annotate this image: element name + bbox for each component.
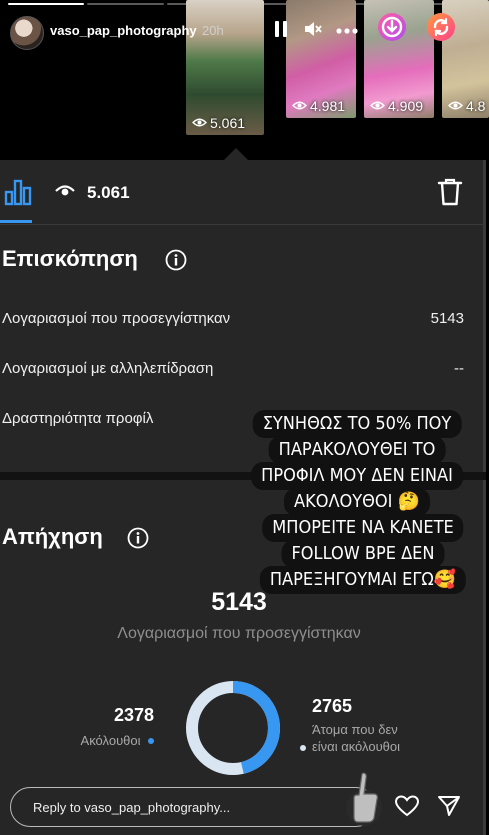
followers-dot	[148, 737, 154, 744]
selected-story-caret	[224, 148, 248, 160]
thumbnail-views: 4.8	[448, 98, 485, 114]
username[interactable]: vaso_pap_photography	[50, 23, 197, 38]
overview-row-profile-activity[interactable]: Δραστηριότητα προφίλ	[2, 410, 464, 427]
thumbnail-views: 5.061	[192, 115, 245, 131]
bar-chart-icon	[4, 179, 32, 206]
followers-value: 2378	[113, 705, 154, 725]
non-followers-label: Άτομα που δεν είναι ακόλουθοι	[300, 721, 400, 755]
section-divider	[0, 472, 486, 480]
trash-icon[interactable]	[437, 177, 463, 212]
eye-icon	[292, 98, 307, 114]
progress-segment	[8, 3, 85, 5]
thumbnail-views: 4.981	[292, 98, 345, 114]
mute-icon[interactable]	[303, 19, 323, 44]
progress-segment	[87, 3, 164, 5]
reach-total-label: Λογαριασμοί που προσεγγίστηκαν	[117, 625, 361, 642]
thumbnail-views: 4.909	[370, 98, 423, 114]
scrollbar[interactable]	[483, 160, 486, 835]
overview-row-engaged[interactable]: Λογαριασμοί με αλληλεπίδραση --	[2, 360, 464, 377]
non-followers-value: 2765	[312, 696, 353, 716]
reach-total: 5143	[211, 588, 267, 616]
followers-stat: 2378	[96, 705, 154, 726]
story-header: vaso_pap_photography 20h	[0, 12, 489, 50]
eye-icon	[370, 98, 385, 114]
heart-icon[interactable]	[394, 795, 420, 822]
reply-placeholder: Reply to vaso_pap_photography...	[33, 800, 231, 815]
followers-label-row: Ακόλουθοι	[40, 732, 154, 750]
active-tab-indicator	[0, 220, 32, 223]
eye-icon	[448, 98, 463, 114]
eye-icon	[55, 183, 75, 203]
eye-icon	[192, 115, 207, 131]
info-icon[interactable]	[165, 249, 187, 276]
insights-tabbar: 5.061	[0, 160, 486, 225]
more-icon[interactable]	[336, 22, 358, 40]
info-icon[interactable]	[127, 527, 149, 554]
non-followers-stat: 2765	[312, 696, 352, 717]
reshare-icon[interactable]	[426, 12, 456, 47]
views-count[interactable]: 5.061	[55, 183, 130, 203]
insights-tab-icon[interactable]	[4, 178, 32, 211]
pause-icon[interactable]	[273, 19, 289, 44]
overview-row-reached[interactable]: Λογαριασμοί που προσεγγίστηκαν 5143	[2, 310, 464, 327]
followers-label: Ακόλουθοι	[80, 733, 141, 748]
send-icon[interactable]	[437, 795, 461, 822]
thumbs-up-sticker-icon[interactable]	[344, 768, 384, 833]
overview-title: Επισκόπηση	[2, 246, 138, 271]
post-time: 20h	[202, 23, 224, 38]
download-icon[interactable]	[377, 12, 407, 47]
avatar[interactable]	[10, 16, 44, 50]
insights-panel: 5.061 Επισκόπηση Λογαριασμοί που προσεγγ…	[0, 160, 486, 835]
reply-input[interactable]: Reply to vaso_pap_photography...	[10, 787, 376, 827]
reach-donut-chart	[186, 681, 280, 775]
reach-title: Απήχηση	[2, 524, 103, 549]
non-followers-dot	[300, 744, 306, 751]
